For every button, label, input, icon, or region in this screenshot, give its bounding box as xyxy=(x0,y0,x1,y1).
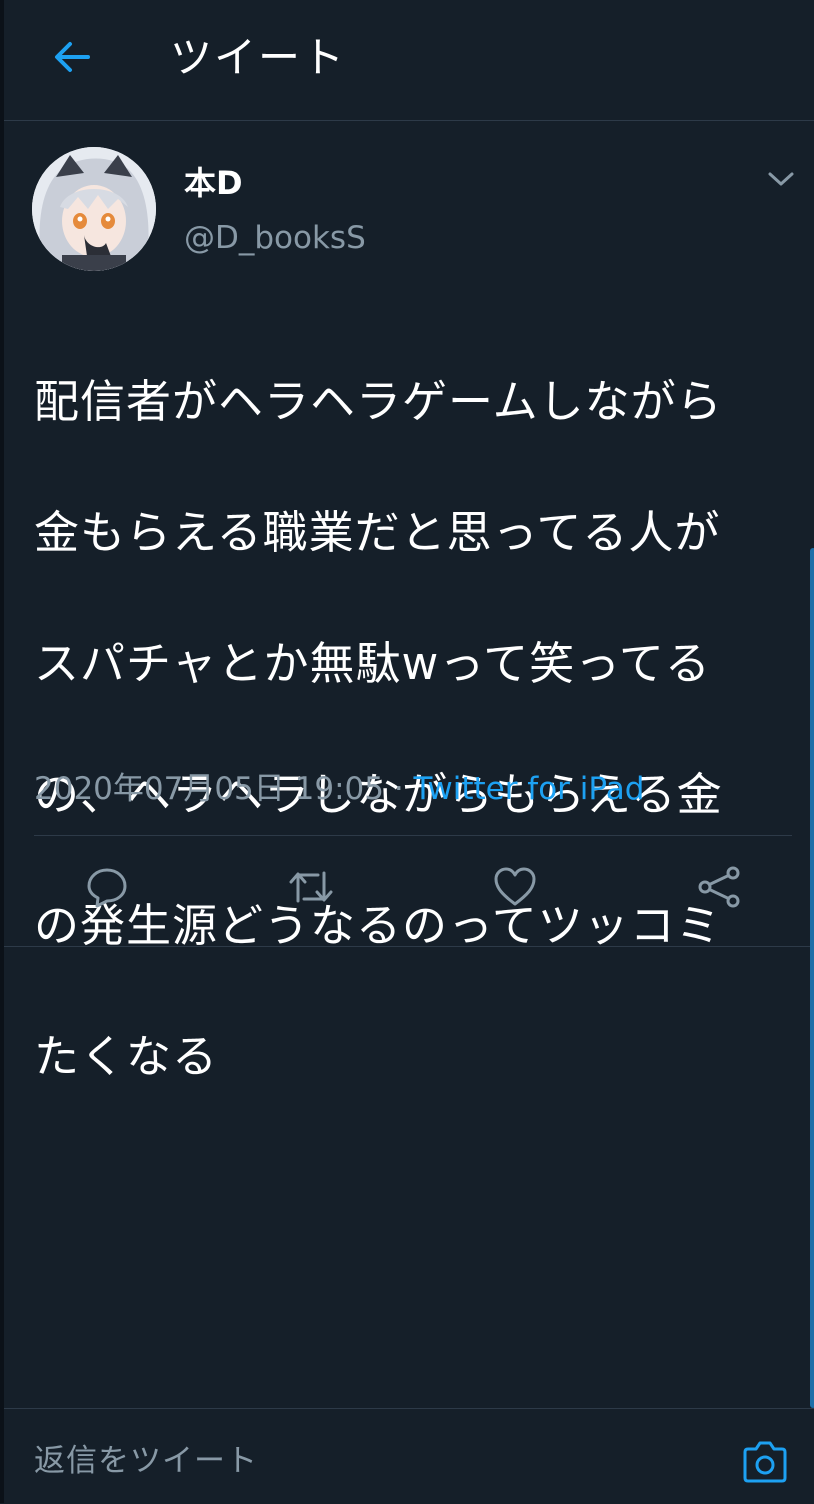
reply-input[interactable]: 返信をツイート xyxy=(34,1441,258,1481)
tweet-detail-screen: ツイート 本D @D_booksS 配信者がヘラヘラゲームしながら 金もらえる職… xyxy=(0,0,814,1503)
retweet-icon xyxy=(286,865,336,913)
chevron-down-icon xyxy=(767,170,795,192)
tweet-actions xyxy=(4,836,814,946)
camera-button[interactable] xyxy=(738,1439,792,1489)
back-button[interactable] xyxy=(44,34,100,84)
share-icon xyxy=(697,865,741,913)
like-button[interactable] xyxy=(490,864,540,914)
retweet-button[interactable] xyxy=(286,864,336,914)
scrollbar[interactable] xyxy=(810,548,814,1408)
tweet-meta: 2020年07月05日 19:05 · Twitter for iPad xyxy=(34,771,644,807)
tweet-source-link[interactable]: Twitter for iPad xyxy=(414,771,645,807)
user-handle[interactable]: @D_booksS xyxy=(184,218,366,258)
arrow-left-icon xyxy=(52,37,92,81)
tweet-text: 配信者がヘラヘラゲームしながら 金もらえる職業だと思ってる人が スパチャとか無駄… xyxy=(34,303,794,1155)
display-name[interactable]: 本D xyxy=(184,163,243,203)
camera-icon xyxy=(741,1440,789,1488)
reply-button[interactable] xyxy=(82,864,132,914)
tweet-text-line: スパチャとか無駄wって笑ってる xyxy=(34,636,711,690)
tweet-text-line: 金もらえる職業だと思ってる人が xyxy=(34,505,721,559)
tweet-text-line: 配信者がヘラヘラゲームしながら xyxy=(34,374,723,428)
reply-bar: 返信をツイート xyxy=(4,1408,814,1504)
avatar[interactable] xyxy=(32,147,156,271)
section-divider xyxy=(4,946,814,947)
share-button[interactable] xyxy=(694,864,744,914)
tweet-timestamp: 2020年07月05日 19:05 xyxy=(34,771,384,807)
tweet-text-line: たくなる xyxy=(34,1029,219,1083)
page-title: ツイート xyxy=(170,33,347,82)
meta-separator: · xyxy=(383,771,414,807)
reply-icon xyxy=(85,865,129,913)
app-header: ツイート xyxy=(4,0,814,121)
heart-icon xyxy=(493,865,537,913)
tweet-menu-button[interactable] xyxy=(756,161,806,201)
